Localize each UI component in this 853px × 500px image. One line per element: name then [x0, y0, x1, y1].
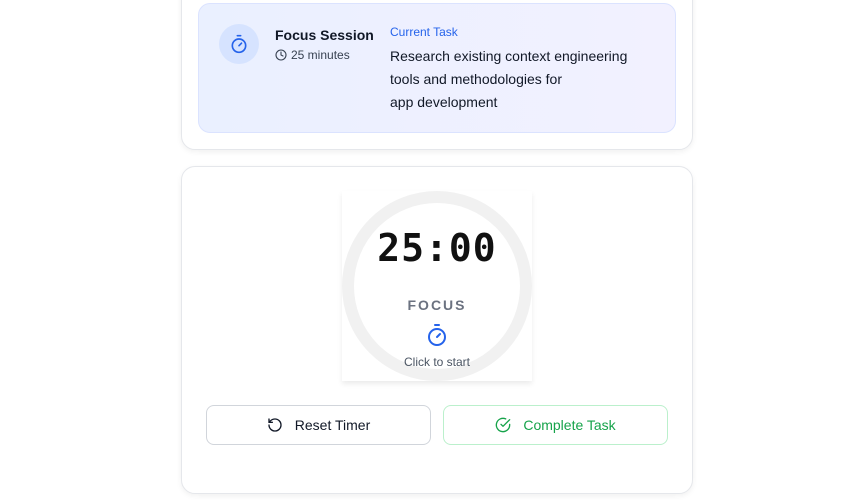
session-duration: 25 minutes: [275, 48, 350, 62]
task-line: tools and methodologies for: [390, 71, 562, 87]
session-card: Focus Session 25 minutes Current Task Re…: [181, 0, 693, 150]
timer-card: 25:00 FOCUS Click to start Reset Timer C…: [181, 166, 693, 494]
reset-timer-button[interactable]: Reset Timer: [206, 405, 431, 445]
timer-dial[interactable]: 25:00 FOCUS Click to start: [342, 191, 532, 381]
task-line: app development: [390, 94, 498, 110]
complete-task-button[interactable]: Complete Task: [443, 405, 668, 445]
timer-ring: [342, 191, 532, 381]
clock-icon: [275, 49, 287, 61]
timer-hint: Click to start: [403, 355, 470, 369]
current-task-label: Current Task: [390, 25, 458, 39]
session-title: Focus Session: [275, 27, 374, 43]
task-line: Research existing context engineering: [390, 48, 628, 64]
complete-task-label: Complete Task: [523, 417, 616, 433]
timer-time: 25:00: [377, 226, 497, 270]
check-circle-icon: [496, 417, 511, 433]
timer-mode: FOCUS: [407, 297, 467, 313]
session-duration-label: 25 minutes: [291, 48, 350, 62]
reset-timer-label: Reset Timer: [294, 417, 371, 433]
stopwatch-icon: [425, 323, 449, 347]
focus-session-banner: Focus Session 25 minutes Current Task Re…: [198, 3, 676, 133]
rotate-ccw-icon: [268, 418, 282, 432]
current-task-text: Research existing context engineering to…: [390, 45, 660, 114]
stopwatch-icon: [219, 24, 259, 64]
